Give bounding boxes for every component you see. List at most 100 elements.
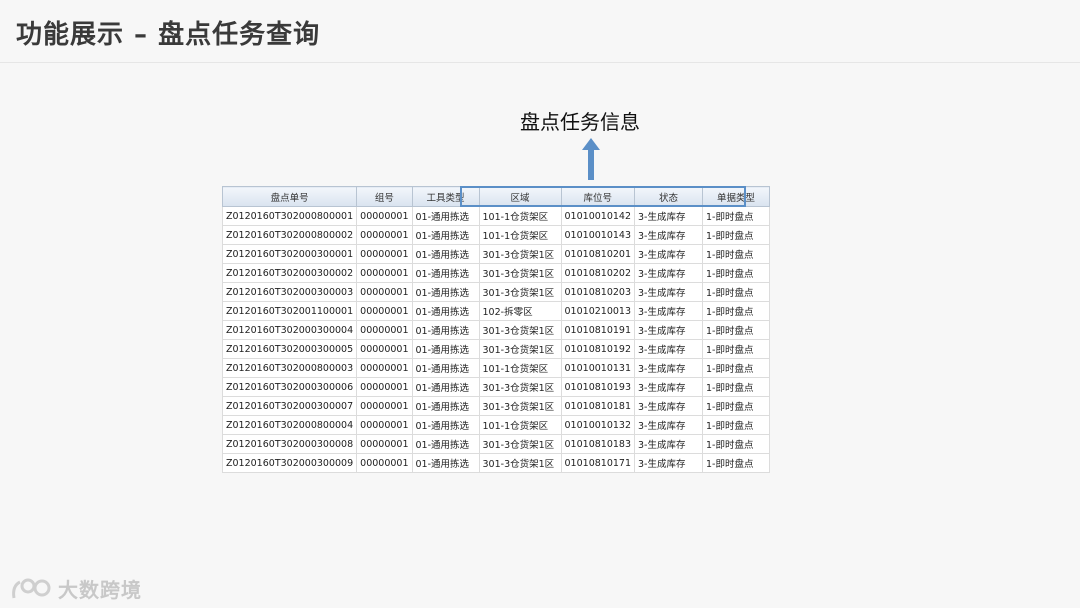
table-cell: Z0120160T302000800004 xyxy=(221,415,358,435)
table-cell: 01-通用拣选 xyxy=(411,320,480,340)
logo-icon xyxy=(12,578,51,598)
table-cell: 00000001 xyxy=(356,453,413,473)
watermark-logo: 大数跨境 xyxy=(10,574,142,603)
table-cell: 1-即时盘点 xyxy=(702,301,771,321)
table-cell: 01-通用拣选 xyxy=(411,415,480,435)
table-cell: 00000001 xyxy=(356,358,413,378)
table-cell: 3-生成库存 xyxy=(634,301,704,321)
table-cell: 1-即时盘点 xyxy=(702,225,771,245)
table-cell: Z0120160T302000300003 xyxy=(221,282,358,302)
table-cell: 3-生成库存 xyxy=(634,358,704,378)
table-cell: 301-3仓货架1区 xyxy=(478,282,562,302)
table-cell: 01-通用拣选 xyxy=(411,434,480,454)
table-cell: 1-即时盘点 xyxy=(702,377,771,397)
column-header[interactable]: 库位号 xyxy=(560,186,636,207)
table-cell: 01010010142 xyxy=(560,206,636,226)
table-cell: 01010010132 xyxy=(560,415,636,435)
title-divider xyxy=(0,62,1080,63)
table-row[interactable]: Z0120160T302000300005 00000001 01-通用拣选 301-… xyxy=(221,339,771,359)
table-cell: 1-即时盘点 xyxy=(702,415,771,435)
table-cell: 301-3仓货架1区 xyxy=(478,244,562,264)
table-cell: 01-通用拣选 xyxy=(411,206,480,226)
table-cell: Z0120160T302000300005 xyxy=(221,339,358,359)
table-row[interactable]: Z0120160T302000300006 00000001 01-通用拣选 301-… xyxy=(221,377,771,397)
table-cell: 1-即时盘点 xyxy=(702,320,771,340)
table-cell: 301-3仓货架1区 xyxy=(478,377,562,397)
table-cell: 1-即时盘点 xyxy=(702,339,771,359)
table-cell: Z0120160T302000300002 xyxy=(221,263,358,283)
table-cell: 01-通用拣选 xyxy=(411,244,480,264)
table-row[interactable]: Z0120160T302000800002 00000001 01-通用拣选 101-… xyxy=(221,225,771,245)
table-cell: 00000001 xyxy=(356,339,413,359)
inventory-task-grid: 盘点单号 组号 工具类型 区域 库位号 状态 单据类型 Z0120160T302000800… xyxy=(221,186,771,473)
table-row[interactable]: Z0120160T302000800003 00000001 01-通用拣选 101-… xyxy=(221,358,771,378)
table-row[interactable]: Z0120160T302000800001 00000001 01-通用拣选 101-… xyxy=(221,206,771,226)
table-cell: 01010810181 xyxy=(560,396,636,416)
table-row[interactable]: Z0120160T302000800004 00000001 01-通用拣选 101-… xyxy=(221,415,771,435)
table-cell: 1-即时盘点 xyxy=(702,453,771,473)
table-cell: 3-生成库存 xyxy=(634,396,704,416)
table-row[interactable]: Z0120160T302000300003 00000001 01-通用拣选 301-… xyxy=(221,282,771,302)
table-cell: 01-通用拣选 xyxy=(411,396,480,416)
table-cell: 01010810203 xyxy=(560,282,636,302)
table-cell: Z0120160T302000300007 xyxy=(221,396,358,416)
column-header[interactable]: 工具类型 xyxy=(411,186,480,207)
table-row[interactable]: Z0120160T302001100001 00000001 01-通用拣选 102-… xyxy=(221,301,771,321)
column-header[interactable]: 组号 xyxy=(356,186,413,207)
table-cell: 00000001 xyxy=(356,301,413,321)
table-cell: Z0120160T302000800003 xyxy=(221,358,358,378)
table-cell: 00000001 xyxy=(356,377,413,397)
table-header-row: 盘点单号 组号 工具类型 区域 库位号 状态 单据类型 xyxy=(221,186,771,207)
table-cell: 01010010143 xyxy=(560,225,636,245)
table-cell: 301-3仓货架1区 xyxy=(478,434,562,454)
table-cell: Z0120160T302001100001 xyxy=(221,301,358,321)
table-cell: 00000001 xyxy=(356,415,413,435)
table-cell: Z0120160T302000300004 xyxy=(221,320,358,340)
table-cell: 01010810171 xyxy=(560,453,636,473)
column-header[interactable]: 区域 xyxy=(478,186,562,207)
column-header[interactable]: 单据类型 xyxy=(702,186,771,207)
table-cell: Z0120160T302000300009 xyxy=(221,453,358,473)
table-row[interactable]: Z0120160T302000300004 00000001 01-通用拣选 301-… xyxy=(221,320,771,340)
table-cell: 00000001 xyxy=(356,206,413,226)
watermark-text: 大数跨境 xyxy=(58,578,142,602)
table-body: Z0120160T302000800001 00000001 01-通用拣选 101-… xyxy=(221,206,771,473)
table-cell: 00000001 xyxy=(356,263,413,283)
table-cell: 101-1仓货架区 xyxy=(478,415,562,435)
table-cell: Z0120160T302000300006 xyxy=(221,377,358,397)
table-cell: 1-即时盘点 xyxy=(702,358,771,378)
table-cell: 00000001 xyxy=(356,244,413,264)
table-row[interactable]: Z0120160T302000300002 00000001 01-通用拣选 301-… xyxy=(221,263,771,283)
table-cell: 1-即时盘点 xyxy=(702,434,771,454)
table-cell: 01010810191 xyxy=(560,320,636,340)
table-row[interactable]: Z0120160T302000300008 00000001 01-通用拣选 301-… xyxy=(221,434,771,454)
table-cell: 1-即时盘点 xyxy=(702,206,771,226)
table-cell: 01010810202 xyxy=(560,263,636,283)
table-cell: 01010810201 xyxy=(560,244,636,264)
column-header[interactable]: 盘点单号 xyxy=(221,186,358,207)
table-cell: 3-生成库存 xyxy=(634,282,704,302)
table-cell: 1-即时盘点 xyxy=(702,396,771,416)
table-cell: 301-3仓货架1区 xyxy=(478,320,562,340)
table-cell: Z0120160T302000800002 xyxy=(221,225,358,245)
table-cell: 1-即时盘点 xyxy=(702,263,771,283)
table-cell: 01-通用拣选 xyxy=(411,282,480,302)
table-cell: 00000001 xyxy=(356,225,413,245)
table-cell: 00000001 xyxy=(356,320,413,340)
column-header[interactable]: 状态 xyxy=(634,186,704,207)
table-cell: 3-生成库存 xyxy=(634,263,704,283)
table-cell: 00000001 xyxy=(356,396,413,416)
table-row[interactable]: Z0120160T302000300009 00000001 01-通用拣选 301-… xyxy=(221,453,771,473)
table-cell: 101-1仓货架区 xyxy=(478,225,562,245)
table-cell: 101-1仓货架区 xyxy=(478,358,562,378)
table-row[interactable]: Z0120160T302000300001 00000001 01-通用拣选 301-… xyxy=(221,244,771,264)
table-cell: 01010810192 xyxy=(560,339,636,359)
arrow-up-icon xyxy=(582,138,600,180)
table-row[interactable]: Z0120160T302000300007 00000001 01-通用拣选 301-… xyxy=(221,396,771,416)
table-cell: 3-生成库存 xyxy=(634,434,704,454)
table-cell: 1-即时盘点 xyxy=(702,282,771,302)
table-cell: 01010810183 xyxy=(560,434,636,454)
table-cell: 3-生成库存 xyxy=(634,339,704,359)
page-title: 功能展示 – 盘点任务查询 xyxy=(16,20,321,50)
table-cell: 1-即时盘点 xyxy=(702,244,771,264)
